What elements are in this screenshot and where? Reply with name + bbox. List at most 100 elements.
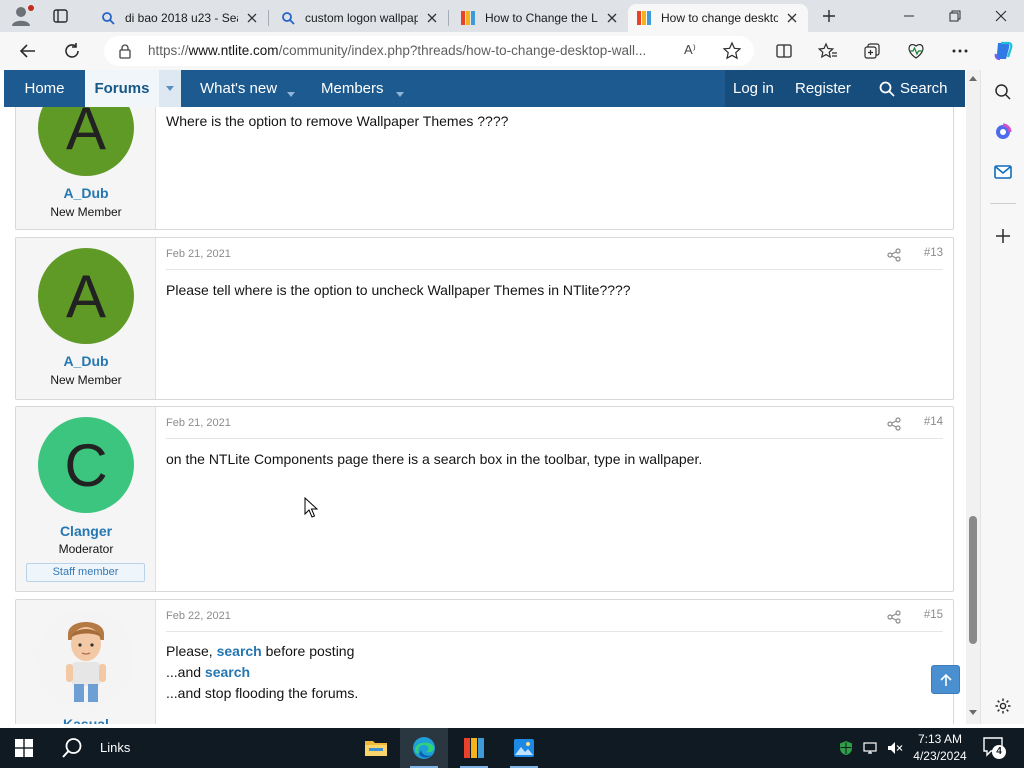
- close-window-button[interactable]: [978, 0, 1024, 32]
- register-link[interactable]: Register: [795, 70, 851, 107]
- avatar[interactable]: C: [38, 417, 134, 513]
- nav-members[interactable]: Members: [321, 70, 384, 107]
- avatar-letter: C: [64, 431, 108, 499]
- close-tab-icon[interactable]: [604, 10, 620, 26]
- scroll-to-top-button[interactable]: [931, 665, 960, 694]
- signature-line-3: ...and stop flooding the forums.: [166, 685, 359, 701]
- browser-tab-3[interactable]: How to Change the Lo: [452, 4, 628, 32]
- nav-search[interactable]: Search: [900, 70, 948, 107]
- search-link[interactable]: search: [205, 664, 250, 680]
- share-icon[interactable]: [887, 610, 901, 624]
- username-link[interactable]: A_Dub: [16, 353, 156, 369]
- folder-icon: [365, 741, 387, 756]
- username-link[interactable]: Kasual: [16, 716, 156, 724]
- whats-new-dropdown-toggle[interactable]: [287, 85, 295, 100]
- action-center-button[interactable]: 4: [982, 736, 1006, 761]
- post-meta: Feb 21, 2021 #14: [166, 407, 943, 439]
- system-clock[interactable]: 7:13 AM 4/23/2024: [908, 731, 972, 765]
- signature-text: ...and: [166, 664, 205, 680]
- post-user-cell: A A_Dub New Member: [16, 238, 156, 399]
- ntlite-app-icon: [464, 738, 484, 758]
- close-tab-icon[interactable]: [784, 10, 800, 26]
- username-link[interactable]: A_Dub: [16, 185, 156, 201]
- browser-tab-1[interactable]: di bao 2018 u23 - Sear: [92, 4, 268, 32]
- favorite-star-icon[interactable]: [722, 41, 742, 61]
- tab-actions-icon: [53, 9, 68, 23]
- network-icon[interactable]: [862, 728, 880, 768]
- avatar[interactable]: A: [38, 248, 134, 344]
- url-host: www.ntlite.com: [188, 43, 279, 58]
- search-icon[interactable]: [879, 81, 895, 100]
- tab-title: di bao 2018 u23 - Sear: [125, 11, 238, 25]
- signature-line-1: Please, search before posting: [166, 641, 943, 662]
- username-link[interactable]: Clanger: [16, 523, 156, 539]
- windows-logo-icon: [15, 739, 33, 757]
- url-text[interactable]: https://www.ntlite.com/community/index.p…: [148, 43, 678, 58]
- nav-home[interactable]: Home: [4, 70, 85, 107]
- favorites-button[interactable]: [815, 39, 841, 63]
- post-body: Please tell where is the option to unche…: [166, 282, 631, 298]
- sidebar-add-button[interactable]: [991, 224, 1015, 248]
- photos-app-icon: [514, 739, 534, 757]
- forums-dropdown-toggle[interactable]: [159, 70, 181, 107]
- more-options-button[interactable]: [947, 39, 973, 63]
- search-link[interactable]: search: [217, 643, 262, 659]
- refresh-button[interactable]: [58, 38, 86, 64]
- members-dropdown-toggle[interactable]: [396, 85, 404, 100]
- page-scrollbar[interactable]: [966, 70, 980, 724]
- links-toolbar-label[interactable]: Links: [100, 740, 130, 755]
- browser-tab-4-active[interactable]: How to change deskto: [628, 4, 808, 32]
- new-tab-button[interactable]: [818, 5, 840, 27]
- file-explorer-taskbar-button[interactable]: [352, 728, 400, 768]
- post-date[interactable]: Feb 21, 2021: [166, 417, 231, 429]
- edge-taskbar-button[interactable]: [400, 728, 448, 768]
- close-tab-icon[interactable]: [424, 10, 440, 26]
- lock-icon[interactable]: [118, 43, 132, 59]
- back-button[interactable]: [14, 38, 42, 64]
- user-title: New Member: [50, 205, 122, 219]
- restore-button[interactable]: [932, 0, 978, 32]
- browser-essentials-button[interactable]: [903, 39, 929, 63]
- post-date[interactable]: Feb 21, 2021: [166, 248, 231, 260]
- split-screen-button[interactable]: [771, 39, 797, 63]
- minimize-button[interactable]: [886, 0, 932, 32]
- nav-forums[interactable]: Forums: [85, 70, 159, 107]
- ntlite-taskbar-button[interactable]: [450, 728, 498, 768]
- profile-button[interactable]: [8, 4, 36, 28]
- collections-button[interactable]: [859, 39, 885, 63]
- post-number[interactable]: #14: [924, 416, 943, 428]
- tab-actions-button[interactable]: [46, 4, 74, 28]
- share-icon[interactable]: [887, 248, 901, 262]
- sidebar-search-button[interactable]: [991, 80, 1015, 104]
- photos-taskbar-button[interactable]: [500, 728, 548, 768]
- search-icon: [995, 84, 1011, 100]
- volume-muted-icon[interactable]: [886, 728, 904, 768]
- sidebar-outlook-button[interactable]: [991, 160, 1015, 184]
- share-icon[interactable]: [887, 417, 901, 431]
- post-user-cell: C Clanger Moderator Staff member: [16, 407, 156, 591]
- scrollbar-thumb[interactable]: [969, 516, 977, 644]
- avatar[interactable]: [38, 610, 134, 706]
- clock-date: 4/23/2024: [913, 749, 967, 763]
- nav-whats-new[interactable]: What's new: [200, 70, 277, 107]
- post-body: Where is the option to remove Wallpaper …: [166, 113, 509, 129]
- scroll-down-arrow-icon[interactable]: [969, 710, 977, 715]
- sidebar-copilot-button[interactable]: [991, 120, 1015, 144]
- start-button[interactable]: [0, 728, 48, 768]
- taskbar-search-button[interactable]: [52, 728, 92, 768]
- signature-line-2: ...and search: [166, 662, 943, 683]
- sidebar-settings-button[interactable]: [991, 694, 1015, 718]
- copilot-button[interactable]: [990, 39, 1016, 63]
- post-number[interactable]: #15: [924, 609, 943, 621]
- login-link[interactable]: Log in: [733, 70, 774, 107]
- scroll-up-arrow-icon[interactable]: [969, 76, 977, 81]
- security-shield-icon[interactable]: [838, 728, 854, 768]
- browser-tab-2[interactable]: custom logon wallpap: [272, 4, 448, 32]
- post-date[interactable]: Feb 22, 2021: [166, 610, 231, 622]
- forum-post-14: C Clanger Moderator Staff member Feb 21,…: [15, 406, 954, 592]
- forum-post-12: A A_Dub New Member Where is the option t…: [15, 80, 954, 230]
- post-number[interactable]: #13: [924, 247, 943, 259]
- close-tab-icon[interactable]: [244, 10, 260, 26]
- address-bar[interactable]: https://www.ntlite.com/community/index.p…: [104, 36, 754, 66]
- read-aloud-icon[interactable]: A⁾: [684, 42, 696, 58]
